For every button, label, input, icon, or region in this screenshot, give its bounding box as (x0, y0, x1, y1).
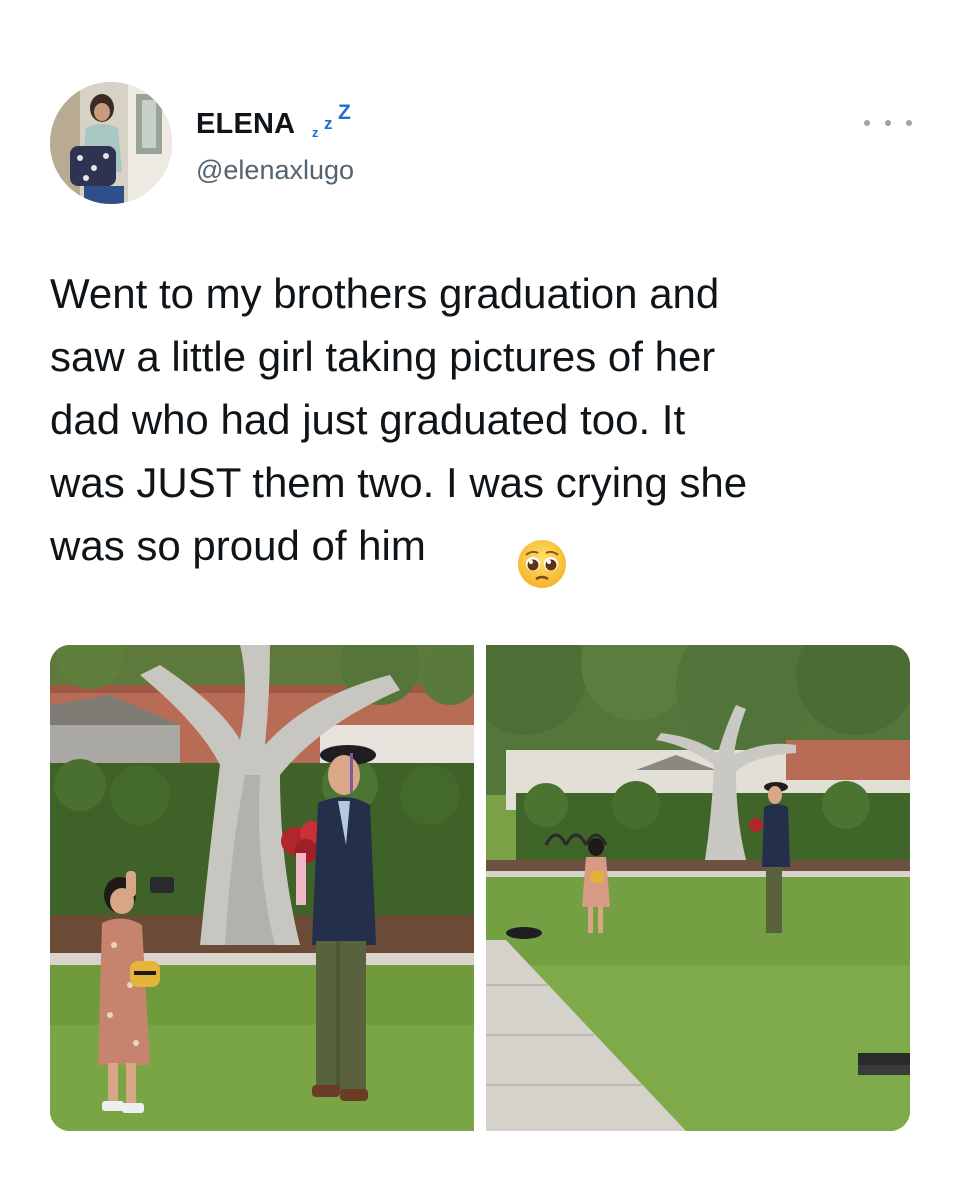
svg-text:Z: Z (338, 103, 351, 124)
avatar[interactable] (50, 82, 172, 204)
display-name[interactable]: ELENA (196, 108, 295, 141)
more-options-button[interactable] (864, 112, 912, 134)
more-horizontal-icon (864, 120, 870, 126)
more-horizontal-icon (885, 120, 891, 126)
tweet-card: ELENA z z Z @elenaxlugo Went to my broth… (0, 0, 961, 1200)
more-horizontal-icon (906, 120, 912, 126)
tweet-text: Went to my brothers graduation and saw a… (50, 270, 748, 569)
pleading-face-emoji (518, 540, 566, 588)
photo-right[interactable] (486, 645, 910, 1131)
svg-text:z: z (312, 125, 319, 139)
sleeping-zzz-icon: z z Z (312, 103, 351, 139)
user-handle[interactable]: @elenaxlugo (196, 155, 354, 186)
photo-left[interactable] (50, 645, 474, 1131)
svg-text:z: z (324, 114, 333, 133)
media-grid (50, 645, 910, 1131)
